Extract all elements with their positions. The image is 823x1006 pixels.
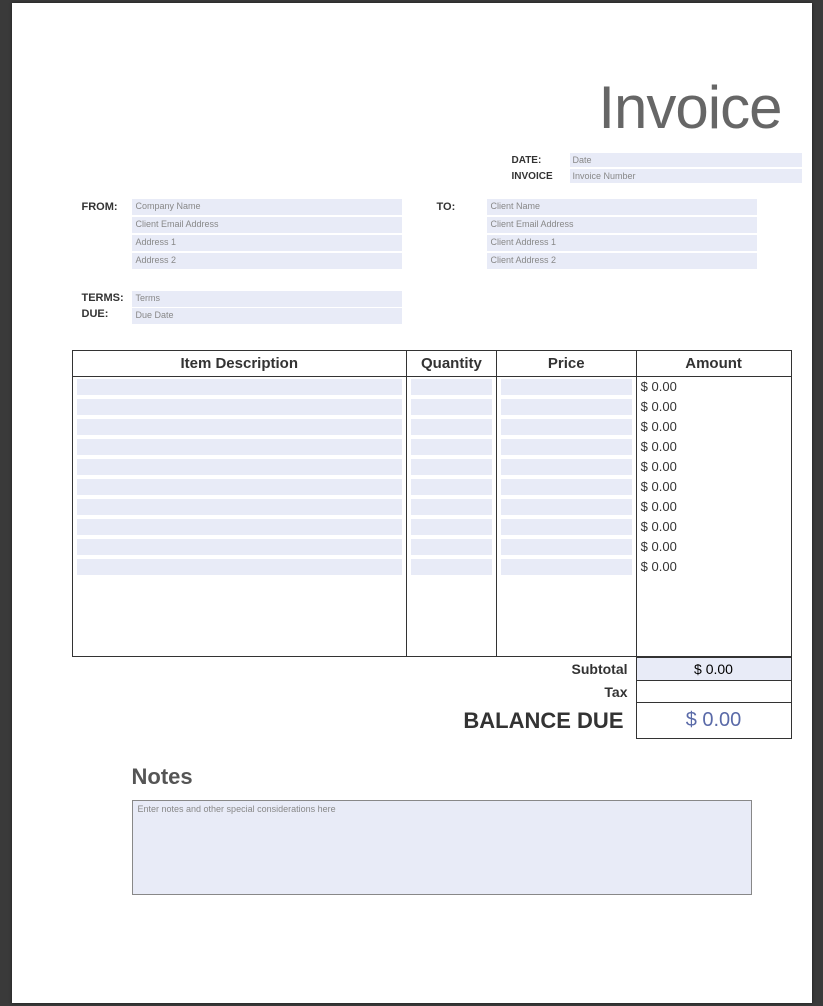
cell-quantity[interactable] bbox=[406, 377, 496, 397]
to-address2-field[interactable]: Client Address 2 bbox=[487, 253, 757, 269]
from-block: FROM: Company Name Client Email Address … bbox=[82, 199, 437, 271]
cell-amount: $ 0.00 bbox=[636, 437, 791, 457]
invoice-meta: DATE: Date INVOICE Invoice Number bbox=[512, 152, 802, 184]
to-block: TO: Client Name Client Email Address Cli… bbox=[437, 199, 792, 271]
table-row: $ 0.00 bbox=[72, 517, 791, 537]
subtotal-value: $ 0.00 bbox=[636, 658, 791, 681]
date-field[interactable]: Date bbox=[570, 153, 802, 167]
balance-due-value: $ 0.00 bbox=[636, 703, 791, 739]
cell-description[interactable] bbox=[72, 557, 406, 577]
cell-quantity[interactable] bbox=[406, 497, 496, 517]
cell-amount: $ 0.00 bbox=[636, 537, 791, 557]
cell-amount: $ 0.00 bbox=[636, 497, 791, 517]
line-items-table: Item Description Quantity Price Amount $… bbox=[72, 350, 792, 657]
balance-due-label: BALANCE DUE bbox=[72, 703, 637, 739]
cell-quantity[interactable] bbox=[406, 537, 496, 557]
page-title: Invoice bbox=[32, 73, 782, 142]
table-row: $ 0.00 bbox=[72, 437, 791, 457]
tax-label: Tax bbox=[72, 681, 637, 703]
to-label: TO: bbox=[437, 199, 487, 271]
empty-cell bbox=[496, 577, 636, 657]
cell-amount: $ 0.00 bbox=[636, 417, 791, 437]
terms-label: TERMS: bbox=[82, 291, 132, 307]
cell-price[interactable] bbox=[496, 497, 636, 517]
cell-amount: $ 0.00 bbox=[636, 477, 791, 497]
table-row: $ 0.00 bbox=[72, 457, 791, 477]
cell-quantity[interactable] bbox=[406, 477, 496, 497]
cell-description[interactable] bbox=[72, 377, 406, 397]
header-price: Price bbox=[496, 351, 636, 377]
cell-price[interactable] bbox=[496, 397, 636, 417]
tax-value[interactable] bbox=[636, 681, 791, 703]
from-address1-field[interactable]: Address 1 bbox=[132, 235, 402, 251]
cell-description[interactable] bbox=[72, 477, 406, 497]
cell-description[interactable] bbox=[72, 517, 406, 537]
from-email-field[interactable]: Client Email Address bbox=[132, 217, 402, 233]
notes-textarea[interactable]: Enter notes and other special considerat… bbox=[132, 800, 752, 895]
cell-description[interactable] bbox=[72, 397, 406, 417]
to-address1-field[interactable]: Client Address 1 bbox=[487, 235, 757, 251]
cell-quantity[interactable] bbox=[406, 457, 496, 477]
header-description: Item Description bbox=[72, 351, 406, 377]
date-label: DATE: bbox=[512, 155, 570, 166]
invoice-number-label: INVOICE bbox=[512, 171, 570, 182]
header-quantity: Quantity bbox=[406, 351, 496, 377]
terms-field[interactable]: Terms bbox=[132, 291, 402, 307]
cell-price[interactable] bbox=[496, 517, 636, 537]
empty-cell bbox=[72, 577, 406, 657]
table-row: $ 0.00 bbox=[72, 397, 791, 417]
cell-quantity[interactable] bbox=[406, 417, 496, 437]
cell-price[interactable] bbox=[496, 457, 636, 477]
table-row: $ 0.00 bbox=[72, 557, 791, 577]
invoice-page: Invoice DATE: Date INVOICE Invoice Numbe… bbox=[12, 3, 812, 1003]
cell-amount: $ 0.00 bbox=[636, 457, 791, 477]
due-date-field[interactable]: Due Date bbox=[132, 308, 402, 324]
header-amount: Amount bbox=[636, 351, 791, 377]
cell-quantity[interactable] bbox=[406, 397, 496, 417]
cell-quantity[interactable] bbox=[406, 517, 496, 537]
cell-description[interactable] bbox=[72, 417, 406, 437]
to-name-field[interactable]: Client Name bbox=[487, 199, 757, 215]
table-row: $ 0.00 bbox=[72, 477, 791, 497]
cell-price[interactable] bbox=[496, 437, 636, 457]
notes-heading: Notes bbox=[132, 764, 792, 790]
cell-amount: $ 0.00 bbox=[636, 557, 791, 577]
cell-price[interactable] bbox=[496, 537, 636, 557]
table-row: $ 0.00 bbox=[72, 537, 791, 557]
from-company-field[interactable]: Company Name bbox=[132, 199, 402, 215]
empty-cell bbox=[636, 577, 791, 657]
table-row: $ 0.00 bbox=[72, 417, 791, 437]
cell-amount: $ 0.00 bbox=[636, 517, 791, 537]
cell-price[interactable] bbox=[496, 377, 636, 397]
table-row: $ 0.00 bbox=[72, 377, 791, 397]
from-address2-field[interactable]: Address 2 bbox=[132, 253, 402, 269]
cell-quantity[interactable] bbox=[406, 437, 496, 457]
cell-price[interactable] bbox=[496, 417, 636, 437]
cell-quantity[interactable] bbox=[406, 557, 496, 577]
subtotal-label: Subtotal bbox=[72, 658, 637, 681]
parties-block: FROM: Company Name Client Email Address … bbox=[82, 199, 792, 271]
invoice-number-field[interactable]: Invoice Number bbox=[570, 169, 802, 183]
due-label: DUE: bbox=[82, 307, 132, 323]
cell-description[interactable] bbox=[72, 537, 406, 557]
cell-description[interactable] bbox=[72, 497, 406, 517]
cell-amount: $ 0.00 bbox=[636, 397, 791, 417]
table-row: $ 0.00 bbox=[72, 497, 791, 517]
from-label: FROM: bbox=[82, 199, 132, 271]
empty-cell bbox=[406, 577, 496, 657]
totals-block: Subtotal $ 0.00 Tax BALANCE DUE $ 0.00 bbox=[72, 657, 792, 739]
cell-price[interactable] bbox=[496, 557, 636, 577]
table-row-empty bbox=[72, 577, 791, 657]
cell-amount: $ 0.00 bbox=[636, 377, 791, 397]
terms-block: TERMS: DUE: Terms Due Date bbox=[82, 291, 792, 325]
cell-price[interactable] bbox=[496, 477, 636, 497]
cell-description[interactable] bbox=[72, 437, 406, 457]
cell-description[interactable] bbox=[72, 457, 406, 477]
to-email-field[interactable]: Client Email Address bbox=[487, 217, 757, 233]
